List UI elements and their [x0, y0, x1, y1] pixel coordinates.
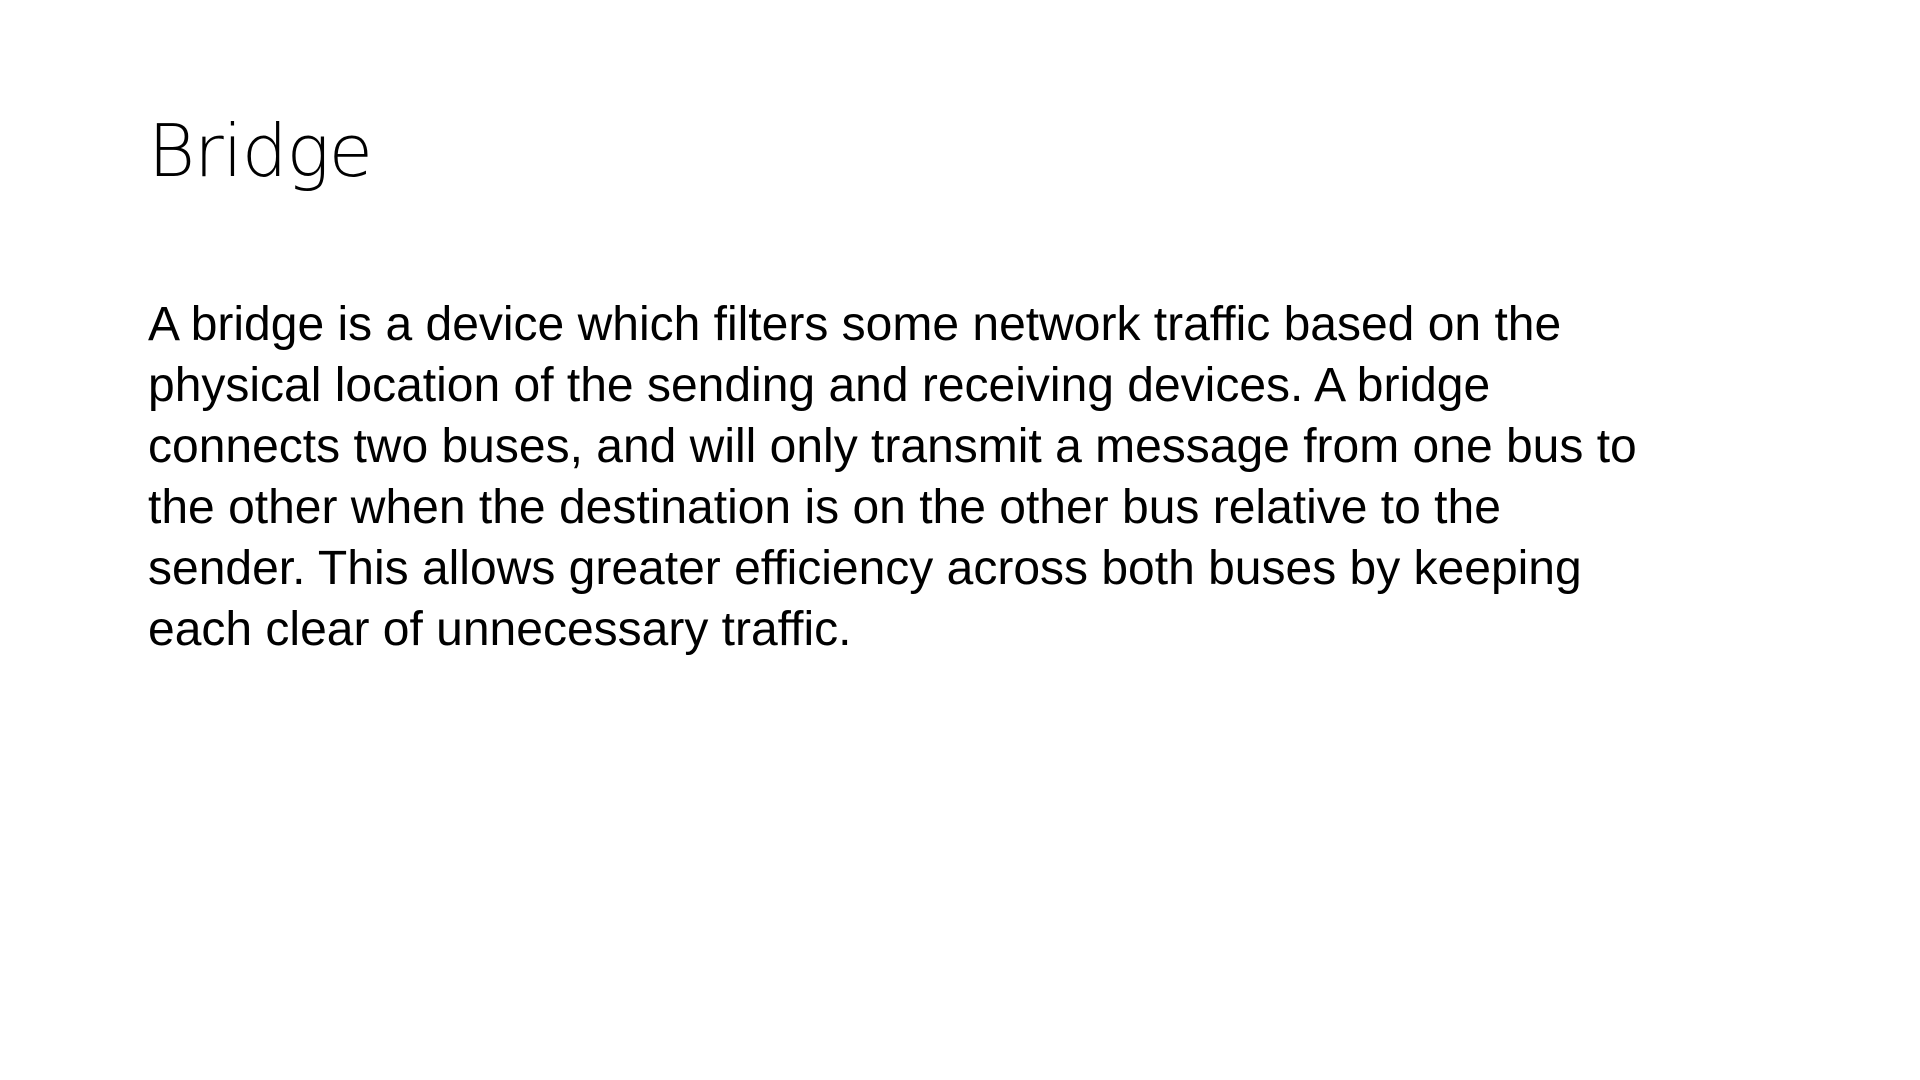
slide: Bridge A bridge is a device which filter…: [0, 0, 1920, 1080]
body-line: connects two buses, and will only transm…: [148, 420, 1637, 473]
body-line: each clear of unnecessary traffic.: [148, 603, 852, 656]
body-line: A bridge is a device which filters some …: [148, 298, 1562, 351]
body-line: sender. This allows greater efficiency a…: [148, 542, 1582, 595]
slide-title: Bridge: [148, 109, 373, 193]
body-line: physical location of the sending and rec…: [148, 359, 1491, 412]
body-line: the other when the destination is on the…: [148, 481, 1501, 534]
slide-body-text: A bridge is a device which filters some …: [148, 294, 1788, 660]
